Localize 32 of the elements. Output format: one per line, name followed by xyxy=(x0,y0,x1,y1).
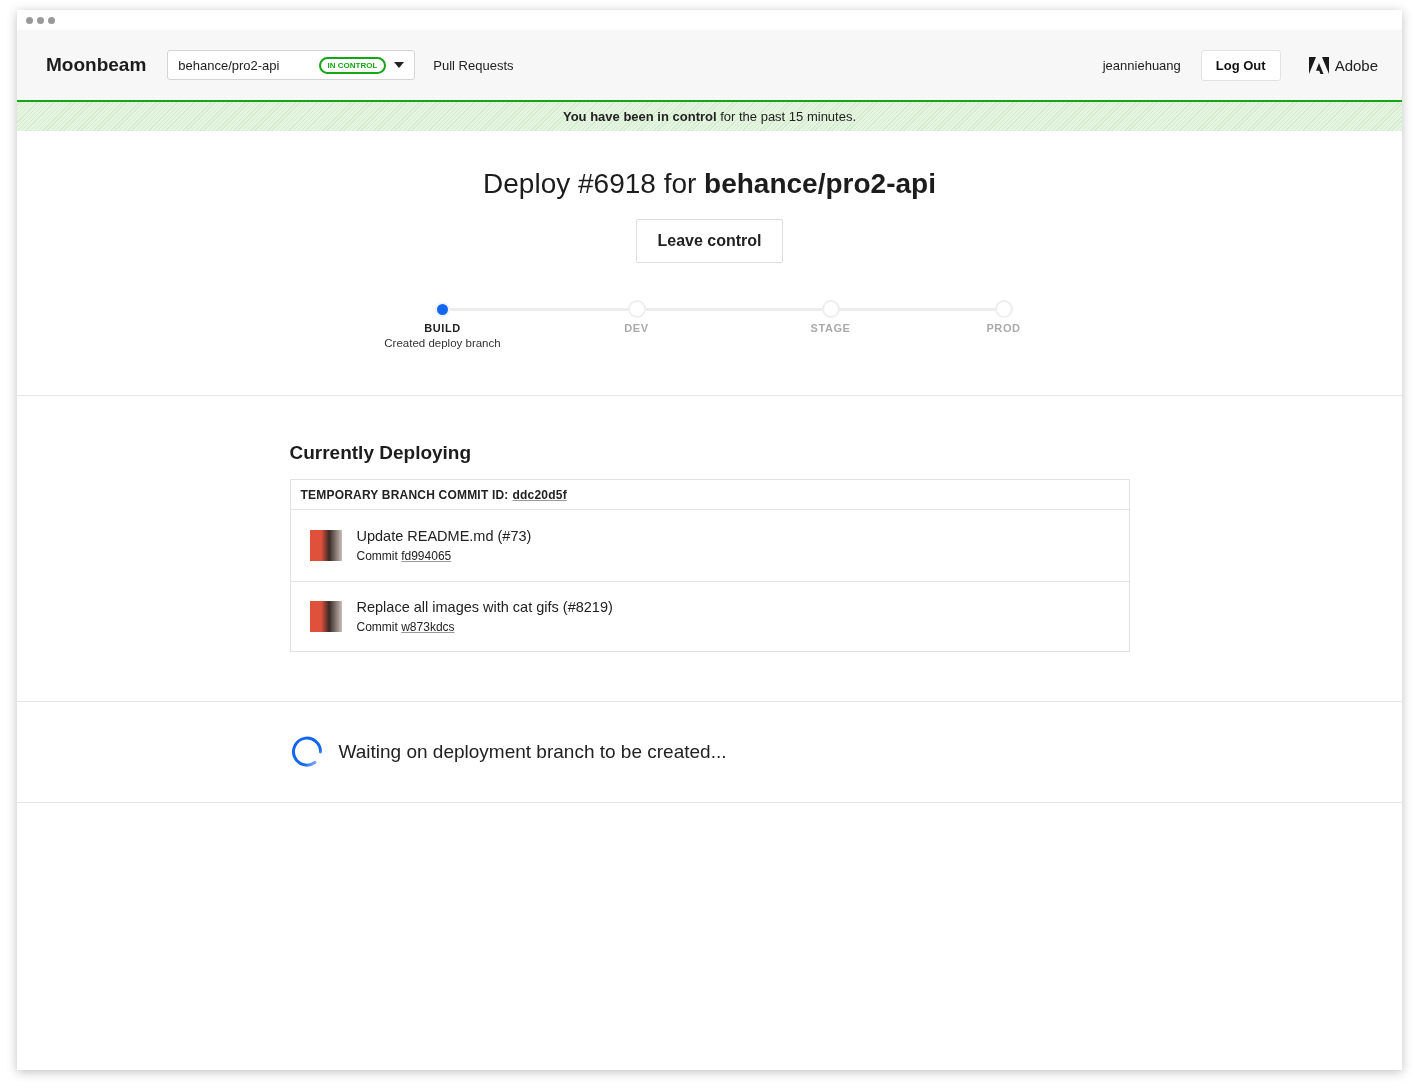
repo-name: behance/pro2-api xyxy=(178,57,281,73)
leave-control-button[interactable]: Leave control xyxy=(636,219,783,263)
brand-name: Adobe xyxy=(1334,56,1378,74)
commit-id-link[interactable]: ddc20d5f xyxy=(512,487,567,502)
window-controls-icon xyxy=(26,16,55,24)
control-message: You have been in control for the past 15 minutes. xyxy=(562,109,857,124)
logo-icon xyxy=(1308,56,1329,74)
status-message: Waiting on deployment branch to be created... xyxy=(338,741,727,763)
commit-hash-link[interactable]: w873kdcs xyxy=(401,620,455,634)
step-label: PROD xyxy=(986,322,1021,334)
commit-hash-link[interactable]: fd994065 xyxy=(401,549,452,563)
avatar-photo-placeholder xyxy=(309,601,342,632)
step-label: BUILD xyxy=(424,322,461,334)
repo-dropdown[interactable]: behance/pro2-api IN CONTROL xyxy=(167,50,416,80)
status-badge: IN CONTROL xyxy=(318,56,387,74)
commit-title: Update README.md (#73) xyxy=(356,528,532,544)
commit-title: Replace all images with cat gifs (#8219) xyxy=(356,599,613,615)
loading-spinner-icon xyxy=(290,736,323,768)
commit-label: Commit xyxy=(356,620,398,634)
section-heading: Currently Deploying xyxy=(289,442,473,464)
caret-icon xyxy=(394,62,405,68)
nav-link[interactable]: Pull Requests xyxy=(433,57,514,73)
commit-label: Commit xyxy=(356,549,398,563)
username: jeanniehuang xyxy=(1102,57,1181,73)
app-logo: Moonbeam xyxy=(46,54,147,76)
logout-button[interactable]: Log Out xyxy=(1200,49,1281,81)
step-detail: Created deploy branch xyxy=(384,337,501,349)
avatar-photo-placeholder xyxy=(309,530,342,561)
step-label: DEV xyxy=(624,322,649,334)
step-label: STAGE xyxy=(810,322,851,334)
deploy-title: Deploy #6918 for behance/pro2-api xyxy=(483,168,936,200)
commit-id-label: TEMPORARY BRANCH COMMIT ID: xyxy=(300,487,509,502)
